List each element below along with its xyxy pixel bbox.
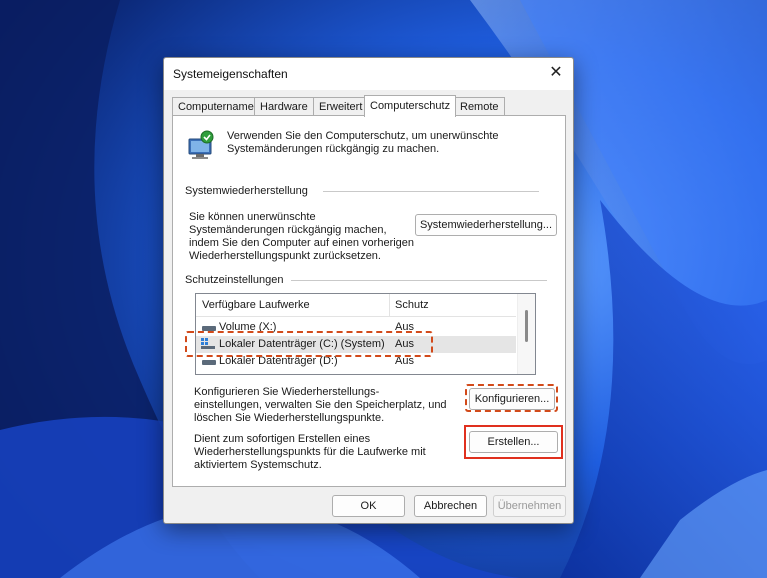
restore-desc-line4: Wiederherstellungspunkt zurücksetzen.: [189, 250, 381, 262]
system-restore-button[interactable]: Systemwiederherstellung...: [415, 214, 557, 236]
system-protection-icon: [188, 130, 214, 159]
protection-heading: Schutzeinstellungen: [185, 274, 284, 286]
system-properties-dialog: Systemeigenschaften ✕ Computername Hardw…: [163, 57, 574, 524]
column-separator: [389, 294, 390, 316]
drive-icon: [202, 360, 216, 365]
restore-desc-line3: indem Sie den Computer auf einen vorheri…: [189, 237, 415, 249]
annotation-highlight-drive: [185, 331, 433, 357]
title-bar[interactable]: Systemeigenschaften ✕: [164, 58, 573, 90]
configure-desc-line3: löschen Sie Wiederherstellungspunkte.: [194, 412, 385, 424]
create-desc-line2: Wiederherstellungspunkts für die Laufwer…: [194, 446, 426, 458]
scrollbar-thumb[interactable]: [525, 310, 528, 342]
annotation-highlight-create: [464, 425, 563, 459]
tab-computerschutz[interactable]: Computerschutz: [364, 95, 457, 117]
tab-computername[interactable]: Computername: [172, 97, 260, 116]
create-desc-line3: aktiviertem Systemschutz.: [194, 459, 322, 471]
tab-erweitert[interactable]: Erweitert: [313, 97, 369, 116]
restore-desc-line1: Sie können unerwünschte: [189, 211, 316, 223]
restore-heading: Systemwiederherstellung: [185, 185, 308, 197]
create-desc-line1: Dient zum sofortigen Erstellen eines: [194, 433, 371, 445]
cancel-button[interactable]: Abbrechen: [414, 495, 487, 517]
column-header-drives[interactable]: Verfügbare Laufwerke: [202, 299, 310, 312]
close-icon[interactable]: ✕: [541, 60, 571, 86]
dialog-title: Systemeigenschaften: [173, 67, 288, 81]
ok-button[interactable]: OK: [332, 495, 405, 517]
intro-text-line1: Verwenden Sie den Computerschutz, um une…: [227, 130, 499, 142]
configure-desc-line1: Konfigurieren Sie Wiederherstellungs-: [194, 386, 380, 398]
tab-strip: Computername Hardware Erweitert Computer…: [172, 95, 567, 117]
restore-divider: [323, 191, 539, 192]
annotation-highlight-configure: [465, 384, 558, 412]
list-scrollbar[interactable]: [517, 294, 535, 374]
tab-hardware[interactable]: Hardware: [254, 97, 314, 116]
list-header: Verfügbare Laufwerke Schutz: [196, 294, 516, 317]
restore-desc-line2: Systemänderungen rückgängig machen,: [189, 224, 387, 236]
protection-divider: [291, 280, 547, 281]
column-header-protection[interactable]: Schutz: [395, 299, 429, 312]
intro-text-line2: Systemänderungen rückgängig zu machen.: [227, 143, 440, 155]
apply-button[interactable]: Übernehmen: [493, 495, 566, 517]
tab-remote[interactable]: Remote: [454, 97, 505, 116]
configure-desc-line2: einstellungen, verwalten Sie den Speiche…: [194, 399, 447, 411]
